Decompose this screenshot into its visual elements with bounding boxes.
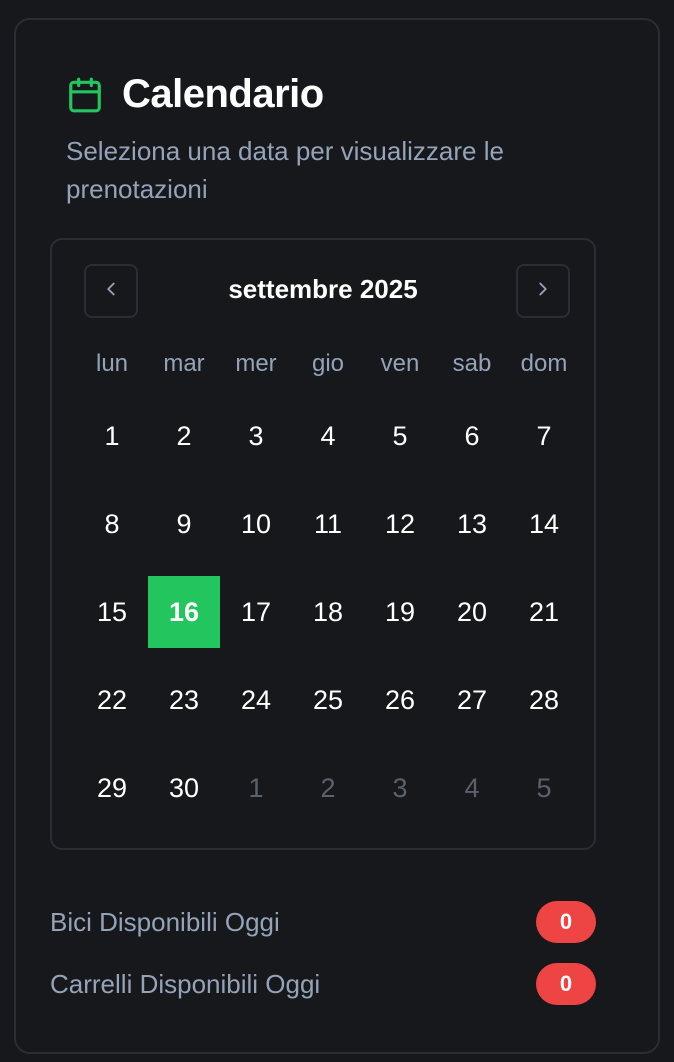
day-cell[interactable]: 1: [76, 400, 148, 472]
weekday-label: mer: [235, 350, 277, 377]
day-cell[interactable]: 8: [76, 488, 148, 560]
day-cell-outside[interactable]: 3: [364, 752, 436, 824]
day-cell[interactable]: 18: [292, 576, 364, 648]
day-cell[interactable]: 28: [508, 664, 580, 736]
day-cell[interactable]: 29: [76, 752, 148, 824]
day-grid: 1 2 3 4 5 6 7 8 9 10 11 12 13 14 15 16 17 18 19 20 21 22 23 24 2…: [76, 396, 580, 836]
day-cell[interactable]: 2: [148, 400, 220, 472]
day-cell[interactable]: 11: [292, 488, 364, 560]
day-cell[interactable]: 4: [292, 400, 364, 472]
calendar-icon: [66, 76, 104, 114]
stat-label: Carrelli Disponibili Oggi: [50, 968, 321, 999]
day-cell[interactable]: 22: [76, 664, 148, 736]
chevron-right-icon: [532, 278, 554, 305]
weekday-label: sab: [452, 350, 492, 377]
day-cell[interactable]: 7: [508, 400, 580, 472]
weekday-label: dom: [520, 350, 568, 377]
day-cell[interactable]: 14: [508, 488, 580, 560]
day-cell[interactable]: 25: [292, 664, 364, 736]
day-cell[interactable]: 24: [220, 664, 292, 736]
day-cell-outside[interactable]: 5: [508, 752, 580, 824]
count-badge: 0: [536, 901, 596, 943]
day-cell[interactable]: 6: [436, 400, 508, 472]
weekday-label: lun: [95, 350, 129, 377]
stat-label: Bici Disponibili Oggi: [50, 906, 280, 937]
date-picker: settembre 2025 lun mar mer gio ven sab dom 123…: [50, 238, 596, 850]
weekday-label: ven: [380, 350, 420, 377]
day-cell[interactable]: 17: [220, 576, 292, 648]
day-cell[interactable]: 10: [220, 488, 292, 560]
day-cell[interactable]: 15: [76, 576, 148, 648]
weekday-header: lun mar mer gio ven sab dom: [76, 350, 580, 378]
day-cell-outside[interactable]: 4: [436, 752, 508, 824]
next-month-button[interactable]: [516, 264, 570, 318]
day-cell-outside[interactable]: 1: [220, 752, 292, 824]
day-cell[interactable]: 20: [436, 576, 508, 648]
day-cell[interactable]: 13: [436, 488, 508, 560]
weekday-label: mar: [163, 350, 205, 377]
count-badge: 0: [536, 963, 596, 1005]
card-header: Calendario: [66, 72, 324, 117]
day-cell[interactable]: 30: [148, 752, 220, 824]
card-subtitle: Seleziona una data per visualizzare le p…: [66, 136, 504, 204]
weekday-label: gio: [311, 350, 345, 377]
day-cell[interactable]: 3: [220, 400, 292, 472]
day-cell[interactable]: 26: [364, 664, 436, 736]
day-cell[interactable]: 12: [364, 488, 436, 560]
stat-row: Bici Disponibili Oggi 0: [50, 900, 596, 944]
day-cell[interactable]: 5: [364, 400, 436, 472]
card-title: Calendario: [122, 72, 324, 116]
month-label: settembre 2025: [228, 274, 418, 304]
day-cell[interactable]: 9: [148, 488, 220, 560]
day-cell[interactable]: 19: [364, 576, 436, 648]
day-cell-outside[interactable]: 2: [292, 752, 364, 824]
day-cell-selected[interactable]: 16: [148, 576, 220, 648]
day-cell[interactable]: 27: [436, 664, 508, 736]
day-cell[interactable]: 21: [508, 576, 580, 648]
stat-row: Carrelli Disponibili Oggi 0: [50, 962, 596, 1006]
day-cell[interactable]: 23: [148, 664, 220, 736]
